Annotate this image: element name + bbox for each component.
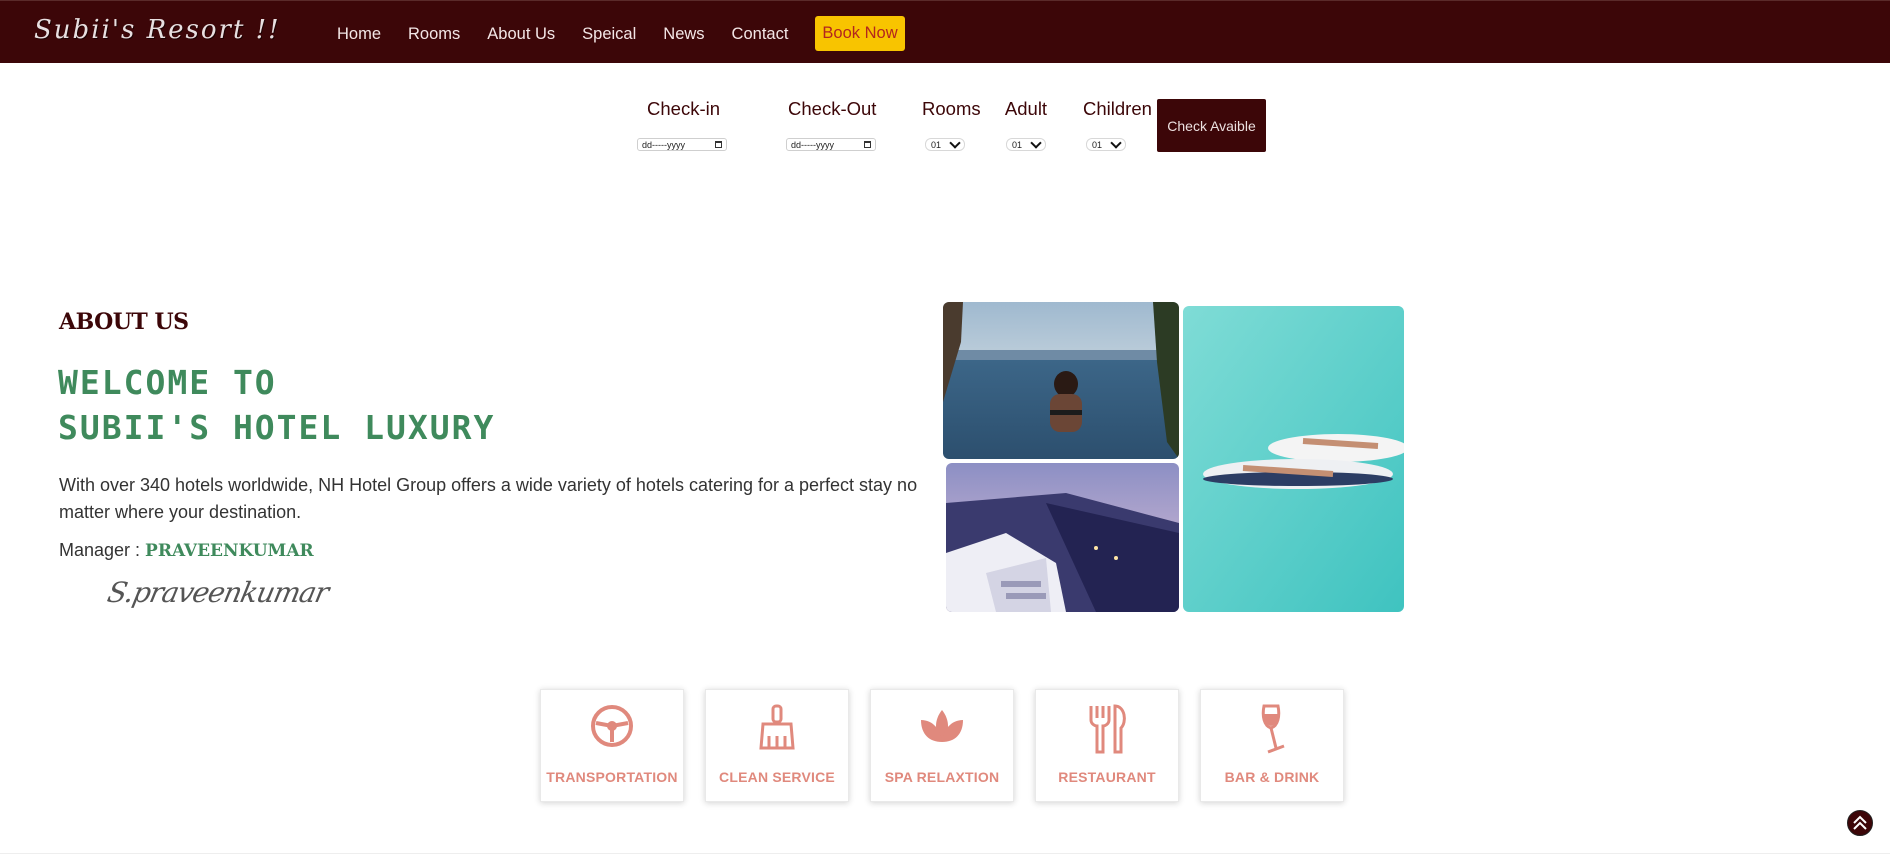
nav-link-rooms[interactable]: Rooms <box>408 17 460 51</box>
service-label: BAR & DRINK <box>1224 769 1320 785</box>
service-card-restaurant[interactable]: RESTAURANT <box>1035 689 1179 802</box>
nav-link-news[interactable]: News <box>663 17 704 51</box>
chevron-down-icon <box>949 136 961 149</box>
brand-logo[interactable]: Subii's Resort !! <box>34 15 281 45</box>
fork-spoon-icon <box>1085 704 1129 759</box>
paddleboard-photo <box>1183 306 1404 612</box>
divider <box>0 853 1890 854</box>
chevron-down-icon <box>1110 136 1122 149</box>
manager-signature: S.praveenkumar <box>104 576 332 609</box>
nav-link-special[interactable]: Speical <box>582 17 636 51</box>
children-select[interactable]: 01 <box>1086 136 1126 151</box>
service-label: CLEAN SERVICE <box>719 769 835 785</box>
checkout-date-input[interactable]: dd-----yyyy <box>786 138 876 151</box>
service-card-bar-drink[interactable]: BAR & DRINK <box>1200 689 1344 802</box>
book-now-button[interactable]: Book Now <box>815 16 905 51</box>
checkin-date-input[interactable]: dd-----yyyy <box>637 138 727 151</box>
chevron-down-icon <box>1030 136 1042 149</box>
wine-glass-icon <box>1252 704 1292 761</box>
children-value: 01 <box>1092 139 1103 150</box>
checkout-label: Check-Out <box>788 98 877 119</box>
rooms-value: 01 <box>931 139 942 150</box>
welcome-line-1: WELCOME TO <box>58 363 277 402</box>
navbar: Subii's Resort !! Home Rooms About Us Sp… <box>0 0 1890 63</box>
nav-link-about-us[interactable]: About Us <box>487 17 555 51</box>
welcome-line-2: SUBII'S HOTEL LUXURY <box>58 408 496 447</box>
double-chevron-up-icon <box>1853 815 1867 830</box>
checkin-field: Check-in <box>647 98 720 120</box>
manager-prefix: Manager : <box>59 540 146 560</box>
rooms-label: Rooms <box>922 98 981 119</box>
children-field: Children <box>1083 98 1152 120</box>
service-card-spa[interactable]: SPA RELAXTION <box>870 689 1014 802</box>
checkout-date-placeholder: dd-----yyyy <box>791 139 834 150</box>
adult-value: 01 <box>1012 139 1023 150</box>
stairs-sea-photo <box>946 463 1179 612</box>
service-card-transportation[interactable]: TRANSPORTATION <box>540 689 684 802</box>
calendar-icon[interactable] <box>864 141 871 148</box>
service-label: SPA RELAXTION <box>884 769 1000 785</box>
service-label: TRANSPORTATION <box>546 769 678 785</box>
checkin-label: Check-in <box>647 98 720 119</box>
scroll-to-top-button[interactable] <box>1847 810 1873 836</box>
nav-link-contact[interactable]: Contact <box>732 17 789 51</box>
adult-label: Adult <box>1004 98 1048 119</box>
nav-link-home[interactable]: Home <box>337 17 381 51</box>
nav-menu: Home Rooms About Us Speical News Contact… <box>337 16 905 51</box>
infinity-pool-photo <box>943 302 1179 459</box>
service-card-clean-service[interactable]: CLEAN SERVICE <box>705 689 849 802</box>
lotus-icon <box>917 704 967 753</box>
check-availability-button[interactable]: Check Avaible <box>1157 99 1266 152</box>
about-description: With over 340 hotels worldwide, NH Hotel… <box>59 475 918 522</box>
rooms-field: Rooms <box>922 98 981 120</box>
about-heading: ABOUT US <box>59 309 189 335</box>
brush-icon <box>755 704 799 755</box>
checkout-field: Check-Out <box>788 98 877 120</box>
adult-field: Adult <box>1003 98 1049 120</box>
calendar-icon[interactable] <box>715 141 722 148</box>
welcome-title: WELCOME TO SUBII'S HOTEL LUXURY <box>58 360 495 450</box>
manager-line: Manager : PRAVEENKUMAR <box>59 540 314 561</box>
manager-name: PRAVEENKUMAR <box>145 541 314 561</box>
steering-wheel-icon <box>590 704 634 753</box>
rooms-select[interactable]: 01 <box>925 136 965 151</box>
adult-select[interactable]: 01 <box>1006 136 1046 151</box>
service-label: RESTAURANT <box>1058 769 1156 785</box>
children-label: Children <box>1083 98 1152 119</box>
checkin-date-placeholder: dd-----yyyy <box>642 139 685 150</box>
